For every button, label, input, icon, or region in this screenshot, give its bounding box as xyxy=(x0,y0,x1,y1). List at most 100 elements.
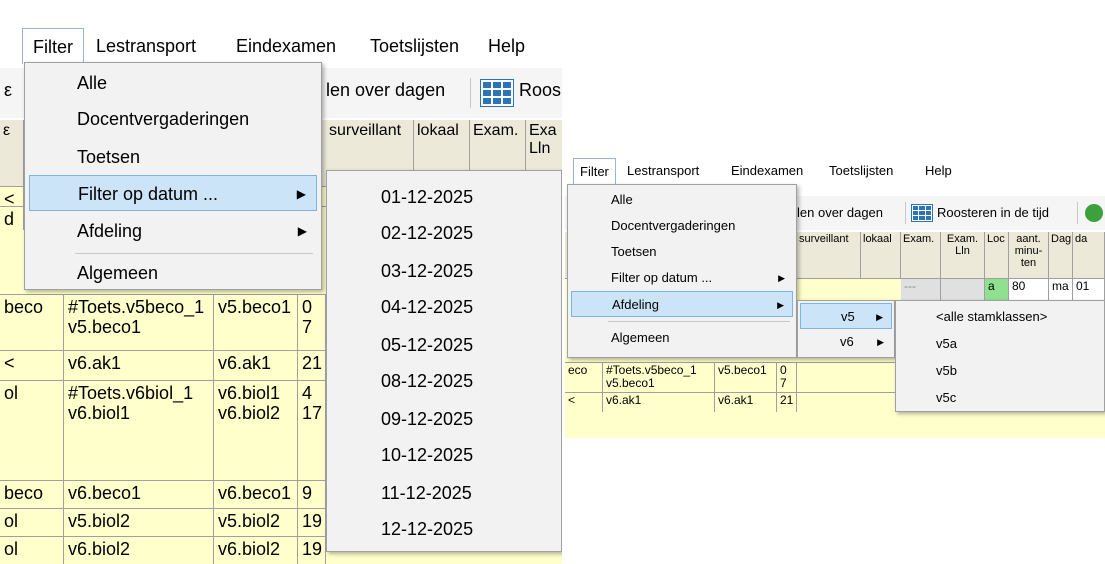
filter-dropdown-menu: Alle Docentvergaderingen Toetsen Filter … xyxy=(24,62,322,290)
schedule-in-time-button[interactable]: Roosteren in de tijd xyxy=(937,205,1049,220)
menu-toetslijsten[interactable]: Toetslijsten xyxy=(360,28,469,64)
menu-item-docentvergaderingen[interactable]: Docentvergaderingen xyxy=(29,101,317,137)
table-cell: beco xyxy=(0,481,64,508)
menu-item-label: Afdeling xyxy=(612,297,659,312)
toolbar-separator xyxy=(1077,202,1078,224)
table-cell: v5.biol2 xyxy=(64,509,214,536)
department-item-v6[interactable]: v6 ▶ xyxy=(800,329,892,355)
table-cell: d xyxy=(0,207,24,230)
submenu-arrow-icon: ▶ xyxy=(876,312,883,322)
table-cell: v6.beco1 xyxy=(64,481,214,508)
menu-item-afdeling[interactable]: Afdeling ▶ xyxy=(29,213,317,249)
table-cell: 9 xyxy=(298,481,326,508)
date-submenu: 01-12-2025 02-12-2025 03-12-2025 04-12-2… xyxy=(326,170,562,552)
table-cell: v6.ak1 xyxy=(603,393,715,412)
menu-separator xyxy=(75,253,313,254)
submenu-arrow-icon: ▶ xyxy=(297,224,307,238)
date-item[interactable]: 11-12-2025 xyxy=(327,475,561,511)
table-cell: 80 xyxy=(1009,279,1049,300)
menu-help[interactable]: Help xyxy=(919,158,958,184)
table-cell xyxy=(941,279,985,300)
spread-over-days-button[interactable]: len over dagen xyxy=(797,205,883,220)
menu-item-algemeen[interactable]: Algemeen xyxy=(29,255,317,291)
menu-item-docentvergaderingen[interactable]: Docentvergaderingen xyxy=(571,213,793,239)
menu-filter[interactable]: Filter xyxy=(573,158,616,184)
toolbar-separator xyxy=(905,202,906,224)
department-item-v5[interactable]: v5 ▶ xyxy=(800,303,892,329)
date-item[interactable]: 01-12-2025 xyxy=(327,179,561,215)
date-item[interactable]: 10-12-2025 xyxy=(327,437,561,473)
menu-lestransport[interactable]: Lestransport xyxy=(621,158,705,184)
header-exam[interactable]: Exam. xyxy=(901,232,941,278)
table-cell: #Toets.v5beco_1 v5.beco1 xyxy=(603,363,715,392)
header-minutes[interactable]: aant. minu- ten xyxy=(1009,232,1049,278)
class-item-all[interactable]: <alle stamklassen> xyxy=(896,303,1104,330)
table-cell: ol xyxy=(0,509,64,536)
menu-item-toetsen[interactable]: Toetsen xyxy=(571,239,793,265)
date-item[interactable]: 12-12-2025 xyxy=(327,511,561,547)
menu-item-filter-op-datum[interactable]: Filter op datum ... ▶ xyxy=(571,265,793,291)
class-item[interactable]: v5a xyxy=(896,330,1104,357)
header-lokaal[interactable]: lokaal xyxy=(861,232,901,278)
menu-item-alle[interactable]: Alle xyxy=(29,65,317,101)
menu-bar: Filter Lestransport Eindexamen Toetslijs… xyxy=(0,28,562,64)
table-cell: v5.beco1 xyxy=(214,295,298,350)
toolbar-separator xyxy=(470,78,471,108)
menu-item-filter-op-datum[interactable]: Filter op datum ... ▶ xyxy=(29,175,317,211)
schedule-in-time-button[interactable]: Roos xyxy=(519,80,561,101)
menu-help[interactable]: Help xyxy=(478,28,535,64)
table-cell: #Toets.v6biol_1 v6.biol1 xyxy=(64,381,214,480)
date-item[interactable]: 05-12-2025 xyxy=(327,327,561,363)
table-cell: 4 17 xyxy=(298,381,326,480)
table-cell: < xyxy=(565,393,603,412)
header-partial: ε xyxy=(0,120,24,186)
table-cell: < xyxy=(0,187,24,206)
menu-eindexamen[interactable]: Eindexamen xyxy=(725,158,809,184)
menu-eindexamen[interactable]: Eindexamen xyxy=(226,28,346,64)
header-dag[interactable]: Dag xyxy=(1049,232,1073,278)
menu-filter[interactable]: Filter xyxy=(22,28,84,64)
table-cell-loc: a xyxy=(985,279,1009,300)
menu-lestransport[interactable]: Lestransport xyxy=(86,28,206,64)
table-cell: eco xyxy=(565,363,603,392)
menu-separator xyxy=(608,321,790,322)
table-cell: 0 7 xyxy=(777,363,797,392)
menu-item-label: Filter op datum ... xyxy=(78,184,219,204)
header-exam-lln[interactable]: Exam. Lln xyxy=(941,232,985,278)
table-cell: v6.biol1 v6.biol2 xyxy=(214,381,298,480)
table-cell: 0 7 xyxy=(298,295,326,350)
spread-over-days-button[interactable]: len over dagen xyxy=(326,80,445,101)
table-cell: ma xyxy=(1049,279,1073,300)
date-item[interactable]: 02-12-2025 xyxy=(327,215,561,251)
date-item[interactable]: 09-12-2025 xyxy=(327,401,561,437)
menu-item-toetsen[interactable]: Toetsen xyxy=(29,139,317,175)
date-item[interactable]: 03-12-2025 xyxy=(327,253,561,289)
table-cell: --- xyxy=(901,279,941,300)
date-item[interactable]: 08-12-2025 xyxy=(327,363,561,399)
header-loc[interactable]: Loc xyxy=(985,232,1009,278)
toolbar-partial-label: ε xyxy=(4,80,13,100)
menu-bar: Filter Lestransport Eindexamen Toetslijs… xyxy=(565,158,1105,184)
table-cell: v6.ak1 xyxy=(715,393,777,412)
table-cell: beco xyxy=(0,295,64,350)
table-cell: 21 xyxy=(298,351,326,380)
submenu-arrow-icon: ▶ xyxy=(778,273,785,283)
menu-item-alle[interactable]: Alle xyxy=(571,187,793,213)
refresh-icon[interactable] xyxy=(1085,204,1103,222)
table-cell: 21 xyxy=(777,393,797,412)
table-cell: v6.ak1 xyxy=(214,351,298,380)
menu-item-afdeling[interactable]: Afdeling ▶ xyxy=(571,291,793,317)
filter-dropdown-menu: Alle Docentvergaderingen Toetsen Filter … xyxy=(567,184,797,358)
class-item[interactable]: v5c xyxy=(896,384,1104,411)
menu-item-algemeen[interactable]: Algemeen xyxy=(571,325,793,351)
header-surveillant[interactable]: surveillant xyxy=(797,232,861,278)
department-submenu: v5 ▶ v6 ▶ xyxy=(797,300,895,358)
class-item[interactable]: v5b xyxy=(896,357,1104,384)
table-cell: v6.beco1 xyxy=(214,481,298,508)
table-cell: v5.beco1 xyxy=(715,363,777,392)
menu-item-label: Filter op datum ... xyxy=(611,270,713,285)
date-item[interactable]: 04-12-2025 xyxy=(327,289,561,325)
header-datum[interactable]: da xyxy=(1073,232,1105,278)
menu-toetslijsten[interactable]: Toetslijsten xyxy=(823,158,899,184)
table-cell: 19 xyxy=(298,537,326,564)
